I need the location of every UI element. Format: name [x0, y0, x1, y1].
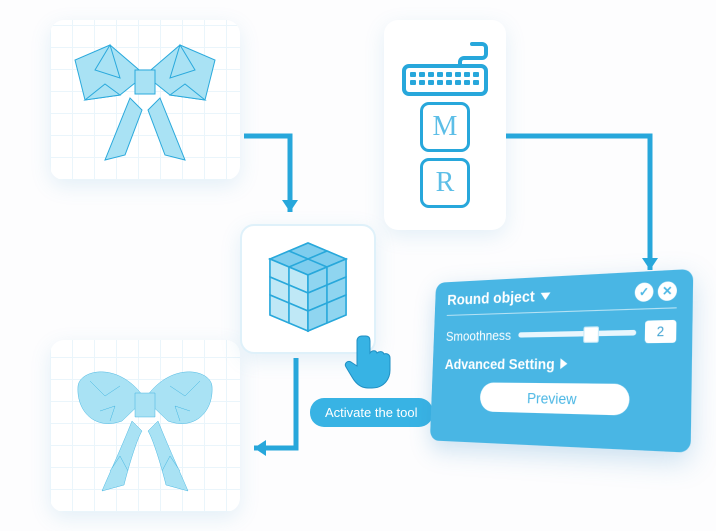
arrow-tool-to-output: [238, 352, 308, 462]
output-model-canvas: [50, 340, 240, 512]
round-tool-icon: [254, 235, 362, 343]
chevron-right-icon: [560, 358, 567, 369]
input-model-card: [50, 20, 240, 180]
bow-lowpoly-icon: [50, 20, 240, 180]
smoothness-value[interactable]: 2: [645, 320, 677, 343]
round-object-panel: Round object ✓ ✕ Smoothness 2 Advanced S…: [433, 282, 701, 452]
panel-title[interactable]: Round object: [447, 287, 550, 309]
shortcut-key-1: M: [420, 102, 470, 152]
preview-button[interactable]: Preview: [480, 382, 630, 415]
activate-tool-label: Activate the tool: [310, 398, 433, 427]
input-model-canvas: [50, 20, 240, 180]
shortcut-key-2: R: [420, 158, 470, 208]
hand-cursor-icon: [344, 330, 400, 390]
output-model-card: [50, 340, 240, 512]
smoothness-label: Smoothness: [446, 327, 512, 344]
panel-divider: [447, 307, 677, 316]
arrow-shortcut-to-panel: [500, 130, 680, 290]
keyboard-shortcut-card: M R: [384, 20, 506, 230]
chevron-down-icon: [540, 292, 550, 300]
smoothness-slider[interactable]: [519, 329, 637, 337]
panel-title-text: Round object: [447, 288, 535, 309]
advanced-settings-toggle[interactable]: Advanced Setting: [445, 354, 676, 372]
bow-smoothed-icon: [50, 340, 240, 512]
keyboard-icon: [400, 42, 490, 96]
arrow-input-to-tool: [238, 130, 318, 230]
advanced-label: Advanced Setting: [445, 355, 555, 372]
